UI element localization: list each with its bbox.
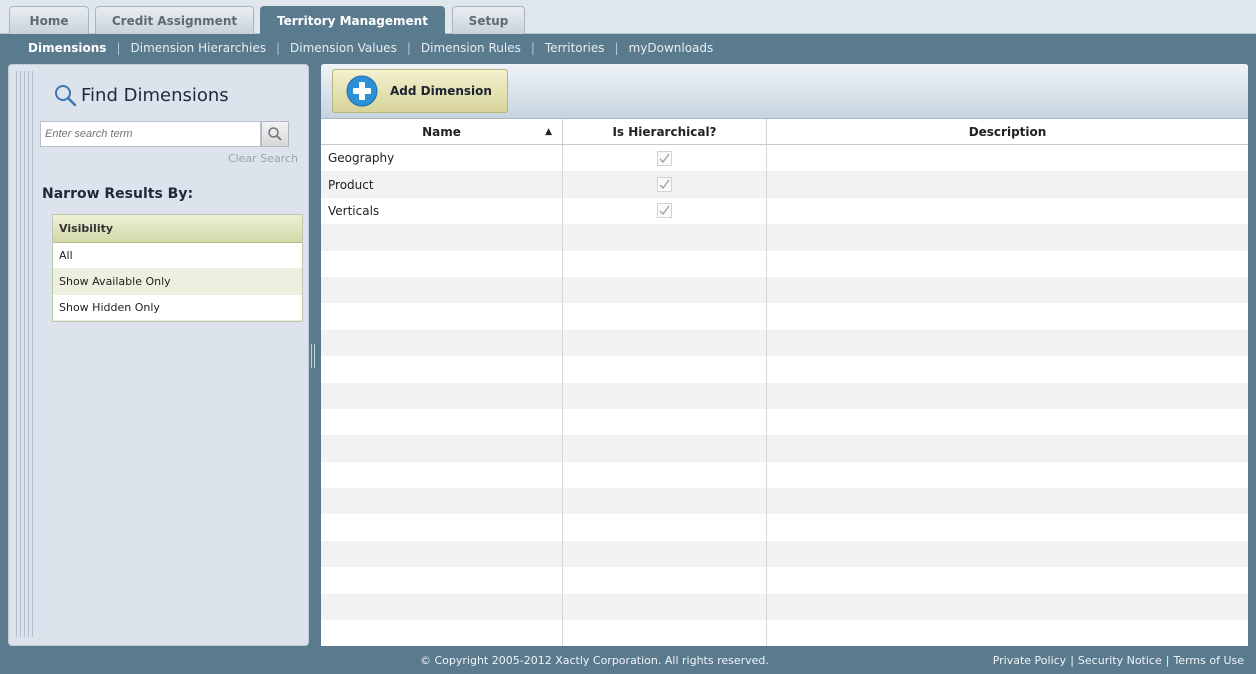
dimensions-panel: Add Dimension Name ▲ Is Hierarchical? De… — [321, 64, 1248, 646]
panel-splitter-handle[interactable] — [311, 344, 317, 368]
empty-row — [321, 567, 1248, 594]
subnav-dimensions[interactable]: Dimensions — [28, 41, 106, 55]
subnav-separator: | — [614, 41, 619, 55]
column-header-description[interactable]: Description — [767, 119, 1248, 144]
subnav-separator: | — [406, 41, 411, 55]
empty-row — [321, 329, 1248, 357]
subnav-territories[interactable]: Territories — [545, 41, 605, 55]
dimensions-grid: Name ▲ Is Hierarchical? Description Geog… — [321, 119, 1248, 646]
copyright-text: © Copyright 2005-2012 Xactly Corporation… — [420, 654, 769, 667]
search-button[interactable] — [261, 121, 289, 147]
cell-name: Product — [321, 171, 563, 198]
column-header-is-hierarchical[interactable]: Is Hierarchical? — [563, 119, 767, 144]
sub-navigation: Dimensions | Dimension Hierarchies | Dim… — [0, 34, 1256, 62]
add-dimension-label: Add Dimension — [390, 84, 492, 98]
subnav-dimension-rules[interactable]: Dimension Rules — [421, 41, 521, 55]
empty-row — [321, 435, 1248, 462]
cell-is-hierarchical — [563, 145, 767, 172]
filter-option-available[interactable]: Show Available Only — [53, 269, 302, 295]
empty-row — [321, 620, 1248, 646]
subnav-mydownloads[interactable]: myDownloads — [629, 41, 714, 55]
search-icon — [268, 127, 282, 141]
clear-search-link[interactable]: Clear Search — [228, 152, 298, 165]
cell-is-hierarchical — [563, 197, 767, 225]
narrow-results-heading: Narrow Results By: — [42, 186, 194, 202]
footer-separator: | — [1165, 654, 1170, 667]
terms-of-use-link[interactable]: Terms of Use — [1173, 654, 1244, 667]
plus-circle-icon — [346, 75, 378, 107]
top-tab-strip: Home Credit Assignment Territory Managem… — [0, 0, 1256, 35]
cell-description — [767, 198, 1248, 224]
sort-ascending-icon: ▲ — [545, 126, 552, 137]
cell-name: Geography — [321, 145, 563, 172]
checkmark-icon — [657, 150, 672, 166]
empty-row — [321, 356, 1248, 383]
tab-home[interactable]: Home — [9, 6, 89, 34]
subnav-separator: | — [116, 41, 121, 55]
cell-description — [767, 145, 1248, 171]
footer-links: Private Policy | Security Notice | Terms… — [993, 654, 1244, 667]
visibility-filter-header: Visibility — [53, 215, 302, 243]
visibility-filter: Visibility All Show Available Only Show … — [52, 214, 303, 322]
find-panel: Find Dimensions Clear Search Narrow Resu… — [8, 64, 309, 646]
cell-is-hierarchical — [563, 171, 767, 198]
empty-row — [321, 250, 1248, 277]
grid-header: Name ▲ Is Hierarchical? Description — [321, 119, 1248, 145]
tab-territory-management[interactable]: Territory Management — [260, 6, 445, 35]
subnav-separator: | — [530, 41, 535, 55]
empty-row — [321, 382, 1248, 409]
empty-row — [321, 488, 1248, 515]
column-header-name-label: Name — [422, 124, 461, 139]
subnav-dimension-hierarchies[interactable]: Dimension Hierarchies — [131, 41, 266, 55]
column-header-name[interactable]: Name ▲ — [321, 119, 563, 144]
checkmark-icon — [657, 177, 672, 193]
panel-collapse-rail[interactable] — [16, 71, 34, 637]
find-dimensions-title: Find Dimensions — [53, 83, 229, 107]
filter-option-hidden[interactable]: Show Hidden Only — [53, 295, 302, 321]
cell-name: Verticals — [321, 197, 563, 225]
tab-setup[interactable]: Setup — [452, 6, 525, 34]
footer-separator: | — [1070, 654, 1074, 667]
subnav-dimension-values[interactable]: Dimension Values — [290, 41, 397, 55]
cell-description — [767, 171, 1248, 197]
privacy-policy-link[interactable]: Private Policy — [993, 654, 1067, 667]
table-row[interactable]: Verticals — [321, 197, 1248, 225]
empty-row — [321, 593, 1248, 621]
checkmark-icon — [657, 203, 672, 219]
table-row[interactable]: Product — [321, 171, 1248, 198]
find-title-text: Find Dimensions — [81, 84, 229, 106]
subnav-separator: | — [275, 41, 281, 55]
empty-row — [321, 461, 1248, 489]
empty-row — [321, 514, 1248, 541]
toolbar: Add Dimension — [321, 64, 1248, 119]
grid-body: Geography Product Verticals — [321, 145, 1248, 646]
empty-row — [321, 303, 1248, 330]
empty-row — [321, 540, 1248, 568]
filter-option-all[interactable]: All — [53, 243, 302, 269]
search-input[interactable] — [40, 121, 261, 147]
magnifier-icon — [55, 85, 77, 107]
add-dimension-button[interactable]: Add Dimension — [332, 69, 508, 113]
security-notice-link[interactable]: Security Notice — [1078, 654, 1162, 667]
empty-row — [321, 224, 1248, 251]
table-row[interactable]: Geography — [321, 145, 1248, 172]
tab-credit-assignment[interactable]: Credit Assignment — [95, 6, 254, 34]
empty-row — [321, 276, 1248, 304]
empty-row — [321, 408, 1248, 436]
footer: © Copyright 2005-2012 Xactly Corporation… — [0, 646, 1256, 674]
